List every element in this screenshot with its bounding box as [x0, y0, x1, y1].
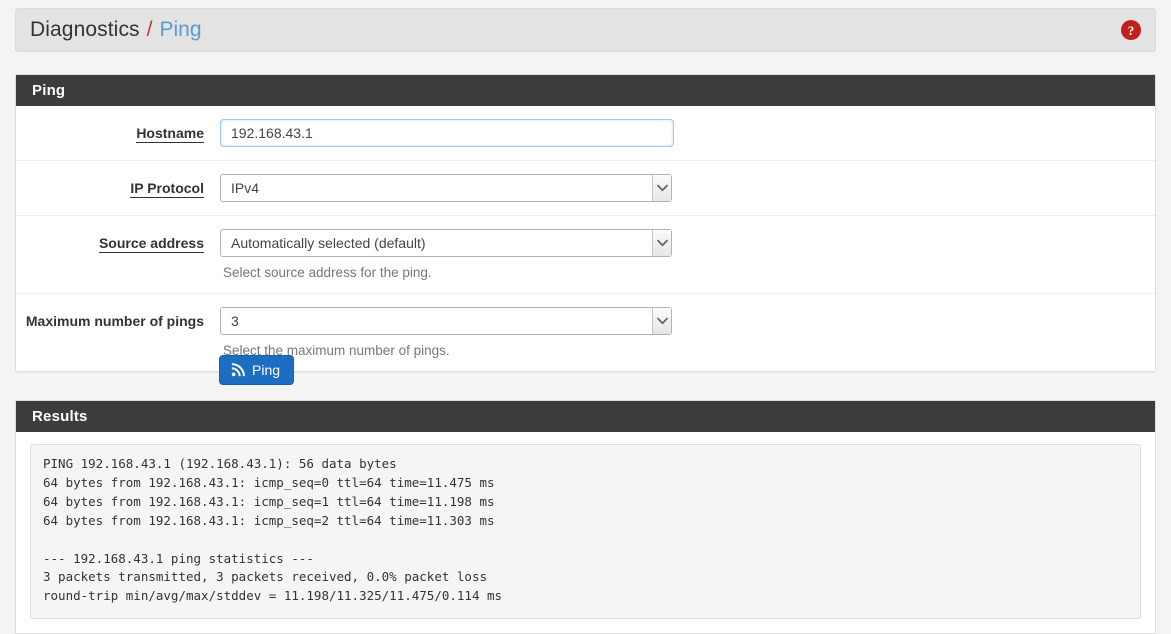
chevron-down-icon[interactable] — [652, 175, 671, 201]
ping-panel-body: Hostname IP Protocol IPv4 — [16, 106, 1155, 371]
hostname-label: Hostname — [136, 125, 204, 143]
ip-protocol-selected-value: IPv4 — [231, 180, 260, 196]
max-pings-select[interactable]: 3 — [220, 307, 672, 335]
ping-submit-label: Ping — [252, 362, 281, 378]
max-pings-selected-value: 3 — [231, 313, 239, 329]
form-row-ip-protocol: IP Protocol IPv4 — [16, 161, 1155, 216]
breadcrumb-current-ping[interactable]: Ping — [160, 18, 202, 42]
ip-protocol-select[interactable]: IPv4 — [220, 174, 672, 202]
form-row-source-address: Source address Automatically selected (d… — [16, 216, 1155, 294]
breadcrumb-root: Diagnostics — [30, 18, 140, 41]
ping-panel: Ping Hostname IP Protocol IPv4 — [15, 74, 1156, 372]
breadcrumb: Diagnostics / Ping ? — [15, 8, 1156, 52]
ip-protocol-label: IP Protocol — [130, 180, 204, 198]
results-panel-body: PING 192.168.43.1 (192.168.43.1): 56 dat… — [16, 432, 1155, 634]
ping-output-text: PING 192.168.43.1 (192.168.43.1): 56 dat… — [30, 444, 1141, 620]
ping-button-row: Ping — [15, 355, 1156, 385]
results-panel: Results PING 192.168.43.1 (192.168.43.1)… — [15, 400, 1156, 634]
ping-panel-title: Ping — [16, 75, 1155, 106]
source-address-label: Source address — [98, 235, 204, 253]
form-row-hostname: Hostname — [16, 106, 1155, 161]
help-circle-icon[interactable]: ? — [1121, 20, 1141, 40]
source-address-help-text: Select source address for the ping. — [223, 265, 432, 280]
source-address-selected-value: Automatically selected (default) — [231, 235, 426, 251]
breadcrumb-separator: / — [146, 18, 153, 41]
hostname-input[interactable] — [220, 119, 674, 147]
chevron-down-icon[interactable] — [652, 308, 671, 334]
ping-submit-button[interactable]: Ping — [219, 355, 295, 385]
rss-signal-icon — [231, 363, 245, 377]
results-panel-title: Results — [16, 401, 1155, 432]
chevron-down-icon[interactable] — [652, 230, 671, 256]
source-address-select[interactable]: Automatically selected (default) — [220, 229, 672, 257]
max-pings-label: Maximum number of pings — [25, 313, 204, 329]
